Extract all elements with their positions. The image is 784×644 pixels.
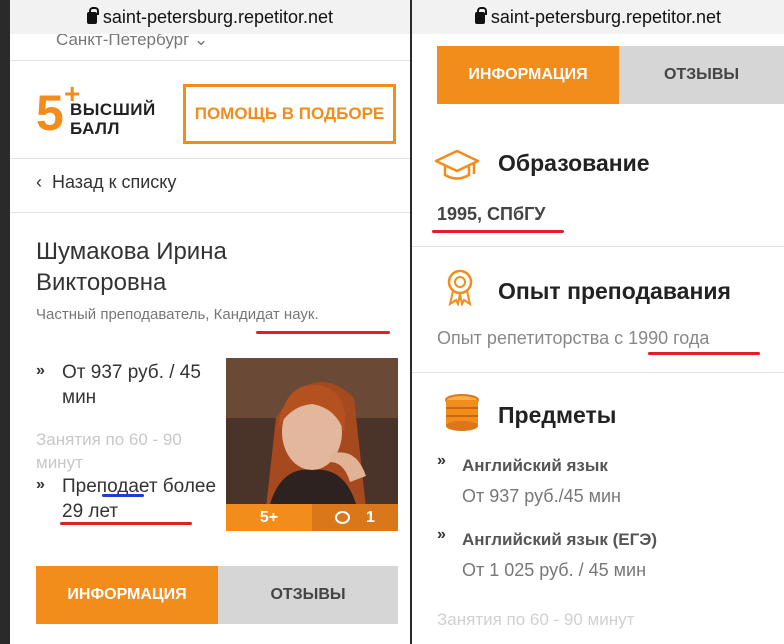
bullet-icon: » bbox=[437, 452, 446, 469]
lock-icon bbox=[474, 7, 487, 24]
help-selection-button[interactable]: ПОМОЩЬ В ПОДБОРЕ bbox=[183, 84, 396, 144]
tab-reviews[interactable]: ОТЗЫВЫ bbox=[218, 566, 398, 624]
subject-name: Английский язык (ЕГЭ) bbox=[462, 530, 658, 549]
subjects-title: Предметы bbox=[498, 402, 617, 428]
logo-text: ВЫСШИЙ БАЛЛ bbox=[70, 100, 156, 138]
experience-title: Опыт преподавания bbox=[498, 278, 731, 304]
tutor-photo[interactable] bbox=[226, 358, 398, 504]
profile-tabs: ИНФОРМАЦИЯ ОТЗЫВЫ bbox=[437, 46, 784, 104]
comment-bubble-icon bbox=[335, 511, 351, 524]
url-bar[interactable]: saint-petersburg.repetitor.net bbox=[412, 0, 784, 34]
url-text: saint-petersburg.repetitor.net bbox=[102, 6, 334, 27]
divider bbox=[10, 158, 410, 159]
award-medal-icon bbox=[447, 269, 473, 306]
url-bar[interactable]: saint-petersburg.repetitor.net bbox=[10, 0, 410, 34]
tab-information[interactable]: ИНФОРМАЦИЯ bbox=[36, 566, 218, 624]
photo-stats-bar: 5+ 1 bbox=[226, 504, 398, 531]
red-underline bbox=[256, 331, 390, 334]
lock-icon bbox=[86, 7, 99, 24]
tab-reviews[interactable]: ОТЗЫВЫ bbox=[619, 46, 784, 104]
back-to-list-link[interactable]: ‹ Назад к списку bbox=[36, 172, 176, 193]
rating-badge: 5+ bbox=[226, 504, 312, 531]
education-value: 1995, СПбГУ bbox=[437, 204, 546, 224]
right-screenshot: saint-petersburg.repetitor.net ИНФОРМАЦИ… bbox=[412, 0, 784, 644]
blue-underline bbox=[102, 494, 144, 497]
red-underline bbox=[60, 522, 192, 525]
portrait-image bbox=[226, 358, 398, 504]
coins-icon bbox=[445, 394, 479, 431]
red-underline bbox=[432, 230, 564, 233]
tutor-subtitle: Частный преподаватель, Кандидат наук. bbox=[36, 306, 319, 323]
red-underline bbox=[648, 352, 760, 355]
reviews-count[interactable]: 1 bbox=[312, 504, 398, 531]
subject-name: Английский язык bbox=[462, 456, 608, 475]
divider bbox=[412, 246, 784, 247]
left-screenshot: Санкт-Петербург ⌄ saint-petersburg.repet… bbox=[10, 0, 410, 644]
bullet-icon: » bbox=[36, 476, 45, 493]
tutor-price: От 937 руб. / 45 мин bbox=[62, 362, 201, 408]
education-title: Образование bbox=[498, 150, 650, 176]
graduation-cap-icon bbox=[434, 149, 480, 180]
url-text: saint-petersburg.repetitor.net bbox=[490, 6, 722, 27]
divider bbox=[10, 212, 410, 213]
chevron-left-icon: ‹ bbox=[36, 172, 42, 192]
divider bbox=[412, 372, 784, 373]
profile-tabs: ИНФОРМАЦИЯ ОТЗЫВЫ bbox=[36, 566, 398, 624]
lesson-duration: Занятия по 60 - 90 минут bbox=[437, 610, 635, 629]
bullet-icon: » bbox=[36, 362, 45, 379]
teaching-experience: Преподает более 29 лет bbox=[62, 476, 217, 522]
subject-price: От 1 025 руб. / 45 мин bbox=[462, 560, 647, 580]
logo-number: 5 bbox=[36, 85, 64, 141]
bullet-icon: » bbox=[437, 526, 446, 543]
tutor-name: Шумакова Ирина Викторовна bbox=[36, 238, 227, 296]
lesson-duration: Занятия по 60 - 90 минут bbox=[36, 430, 182, 472]
subject-price: От 937 руб./45 мин bbox=[462, 486, 621, 506]
divider bbox=[10, 60, 410, 61]
experience-text: Опыт репетиторства с 1990 года bbox=[437, 328, 710, 348]
tab-information[interactable]: ИНФОРМАЦИЯ bbox=[437, 46, 619, 104]
